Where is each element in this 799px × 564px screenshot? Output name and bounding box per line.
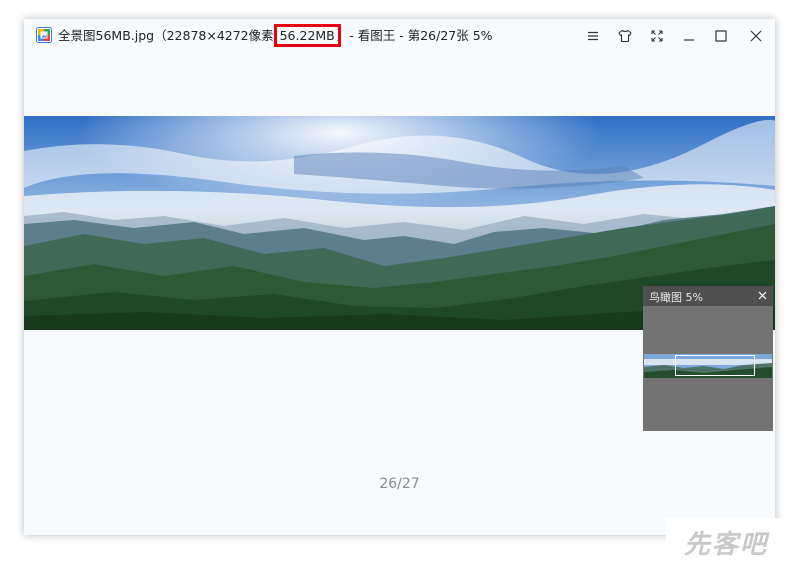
fullscreen-button[interactable] [644, 23, 670, 49]
watermark: 先客吧 [666, 518, 799, 564]
page-counter: 26/27 [379, 476, 420, 492]
skin-button[interactable] [612, 23, 638, 49]
close-icon [750, 30, 762, 42]
birdseye-panel[interactable]: 鸟瞰图 5% [643, 286, 773, 431]
fullscreen-icon [651, 30, 663, 42]
birdseye-header: 鸟瞰图 5% [643, 286, 773, 306]
menu-icon [588, 31, 598, 41]
title-prefix: 全景图56MB.jpg（22878×4272像素 [58, 28, 278, 43]
birdseye-viewport-frame[interactable] [675, 355, 755, 376]
title-bar[interactable]: 全景图56MB.jpg（22878×4272像素 56.22MB ）- 看图王 -… [24, 19, 775, 53]
title-suffix: ）- 看图王 - 第26/27张 5% [336, 28, 493, 43]
skin-icon [618, 29, 632, 43]
minimize-icon [684, 39, 694, 41]
menu-button[interactable] [580, 23, 606, 49]
app-logo-icon [36, 27, 52, 43]
close-button[interactable] [743, 23, 769, 49]
window-title: 全景图56MB.jpg（22878×4272像素 56.22MB ）- 看图王 -… [58, 24, 493, 47]
minimize-button[interactable] [676, 23, 702, 49]
file-size-highlight: 56.22MB [273, 24, 341, 47]
birdseye-close-button[interactable] [754, 287, 770, 303]
image-viewer-window: 全景图56MB.jpg（22878×4272像素 56.22MB ）- 看图王 -… [24, 19, 775, 535]
watermark-text: 先客吧 [684, 530, 769, 560]
close-icon [758, 291, 766, 299]
maximize-icon [715, 30, 727, 42]
maximize-button[interactable] [708, 23, 734, 49]
birdseye-title: 鸟瞰图 5% [649, 291, 703, 304]
